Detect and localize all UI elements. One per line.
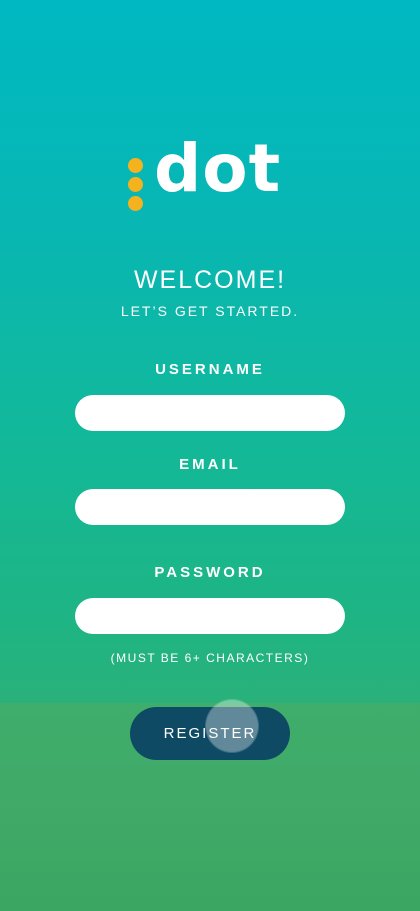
email-input[interactable] — [75, 489, 345, 525]
password-hint: (MUST BE 6+ CHARACTERS) — [110, 651, 310, 665]
password-label: PASSWORD — [154, 564, 266, 581]
username-input[interactable] — [75, 395, 345, 431]
logo-dot — [128, 177, 143, 192]
dot-logo: dot — [128, 136, 298, 216]
logo-dot — [128, 158, 143, 173]
subtitle: LET’S GET STARTED. — [120, 303, 300, 319]
password-input[interactable] — [75, 598, 345, 634]
username-label: USERNAME — [155, 361, 265, 378]
logo-wordmark: dot — [154, 130, 282, 207]
welcome-heading: WELCOME! — [133, 266, 287, 294]
logo-dot — [128, 196, 143, 211]
logo-dots-icon — [128, 158, 144, 212]
touch-indicator — [206, 700, 258, 752]
email-label: EMAIL — [179, 456, 241, 473]
register-screen: dot WELCOME! LET’S GET STARTED. USERNAME… — [0, 0, 420, 911]
